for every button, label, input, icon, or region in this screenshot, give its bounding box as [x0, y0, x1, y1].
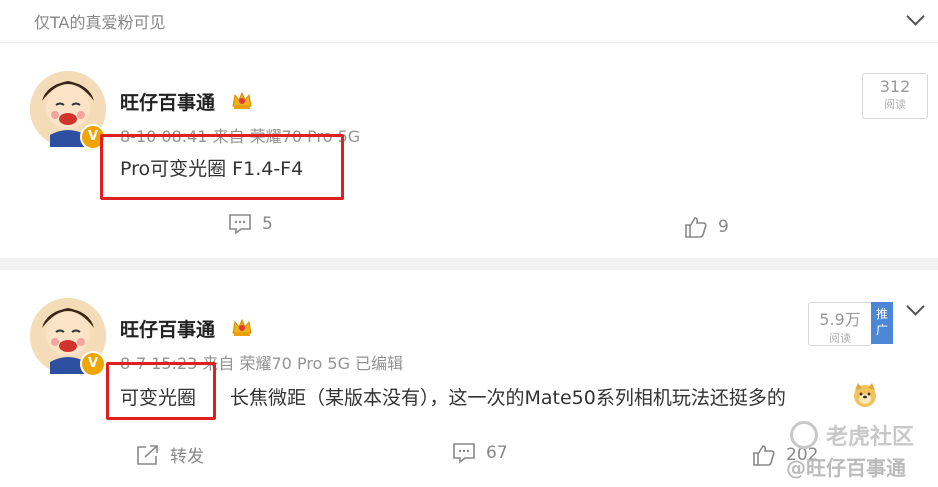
watermark-tiger-community: 老虎社区 [790, 419, 914, 451]
thumbs-up-icon [753, 445, 775, 466]
comment-count: 67 [486, 443, 508, 463]
read-count: 5.9万 [819, 310, 861, 329]
comment-icon [229, 214, 251, 235]
vip-crown-icon[interactable] [231, 90, 253, 110]
chevron-down-icon[interactable] [906, 297, 925, 316]
comment-count: 5 [262, 214, 273, 234]
repost-button[interactable]: 转发 [136, 442, 204, 467]
repost-label: 转发 [170, 447, 204, 467]
comment-button[interactable]: 5 [228, 213, 273, 235]
vip-crown-icon[interactable] [231, 317, 253, 337]
chevron-down-icon[interactable] [906, 7, 925, 26]
promote-button[interactable]: 推广 [871, 302, 893, 344]
visibility-label: 仅TA的真爱粉可见 [34, 13, 166, 32]
read-count-box: 5.9万 阅读 [808, 302, 872, 346]
post-content: Pro可变光圈 F1.4-F4 [120, 158, 304, 180]
doge-emoji-icon [854, 383, 876, 407]
promote-label: 推广 [875, 307, 888, 337]
verified-badge-icon: V [80, 351, 106, 377]
watermark-text: 老虎社区 [826, 425, 915, 450]
post-content: 长焦微距（某版本没有），这一次的Mate50系列相机玩法还挺多的 [230, 387, 786, 409]
like-button[interactable]: 9 [684, 216, 729, 238]
comment-button[interactable]: 67 [452, 442, 508, 464]
comment-icon [453, 443, 475, 464]
thumbs-up-icon [685, 217, 707, 238]
read-label: 阅读 [829, 332, 851, 345]
post-content-highlight: 可变光圈 [120, 387, 197, 409]
read-label: 阅读 [884, 98, 906, 111]
repost-icon [137, 444, 158, 465]
watermark-logo-icon [790, 421, 818, 449]
read-count: 312 [879, 77, 911, 96]
visibility-strip: 仅TA的真爱粉可见 [0, 0, 938, 43]
post-card: V 旺仔百事通 8-10 08:41 来自 荣耀70 Pro 5G Pro可变光… [0, 43, 938, 258]
read-count-box: 312 阅读 [862, 73, 928, 119]
like-count: 9 [718, 217, 729, 237]
watermark-weibo: @旺仔百事通 [786, 456, 906, 480]
username[interactable]: 旺仔百事通 [120, 88, 215, 115]
username[interactable]: 旺仔百事通 [120, 315, 215, 342]
